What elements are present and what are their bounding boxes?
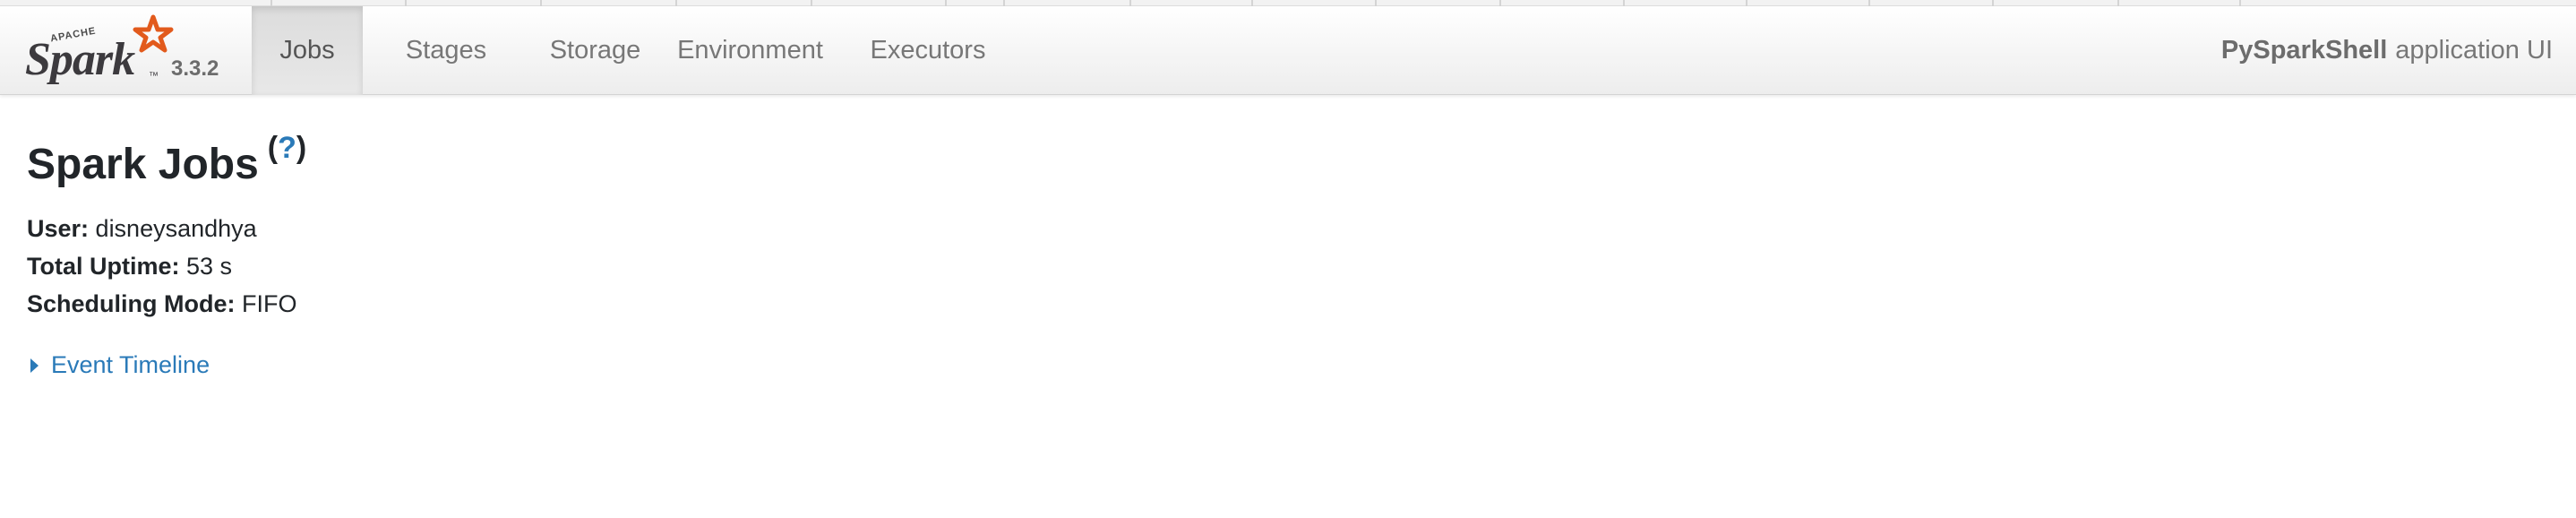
help-close-paren: ) (296, 131, 307, 165)
scheduling-mode-value: FIFO (242, 290, 297, 317)
app-suffix: application UI (2395, 36, 2553, 65)
caret-right-icon (30, 358, 39, 373)
tab-environment[interactable]: Environment (661, 6, 839, 95)
tab-stages[interactable]: Stages (363, 6, 529, 95)
event-timeline-toggle[interactable]: Event Timeline (27, 351, 306, 379)
nav-tabs: Jobs Stages Storage Environment Executor… (252, 6, 1017, 95)
page-title-row: Spark Jobs (?) (27, 133, 306, 188)
summary-user: User: disneysandhya (27, 210, 306, 247)
page-title: Spark Jobs (27, 141, 259, 188)
main-content: Spark Jobs (?) User: disneysandhya Total … (27, 133, 306, 379)
browser-tab-strip (0, 0, 2576, 6)
uptime-value: 53 s (186, 253, 233, 280)
event-timeline-link[interactable]: Event Timeline (51, 351, 210, 379)
trademark-symbol: ™ (149, 71, 159, 82)
navbar: APACHE Spark ™ 3.3.2 Jobs Stages Storage… (0, 6, 2576, 95)
app-title: PySparkShell application UI (2221, 6, 2553, 95)
help-tooltip: (?) (268, 131, 306, 165)
scheduling-mode-label: Scheduling Mode: (27, 290, 236, 317)
summary-scheduling-mode: Scheduling Mode: FIFO (27, 285, 306, 323)
help-link[interactable]: ? (278, 131, 296, 165)
help-open-paren: ( (267, 131, 279, 165)
job-summary: User: disneysandhya Total Uptime: 53 s S… (27, 210, 306, 323)
user-value: disneysandhya (95, 215, 257, 242)
spark-version: 3.3.2 (171, 56, 219, 81)
tab-storage[interactable]: Storage (529, 6, 661, 95)
spark-wordmark: Spark (25, 34, 135, 85)
summary-uptime: Total Uptime: 53 s (27, 247, 306, 285)
app-name: PySparkShell (2220, 36, 2388, 65)
tab-jobs[interactable]: Jobs (252, 6, 363, 95)
user-label: User: (27, 215, 90, 242)
uptime-label: Total Uptime: (27, 253, 180, 280)
tab-executors[interactable]: Executors (839, 6, 1017, 95)
